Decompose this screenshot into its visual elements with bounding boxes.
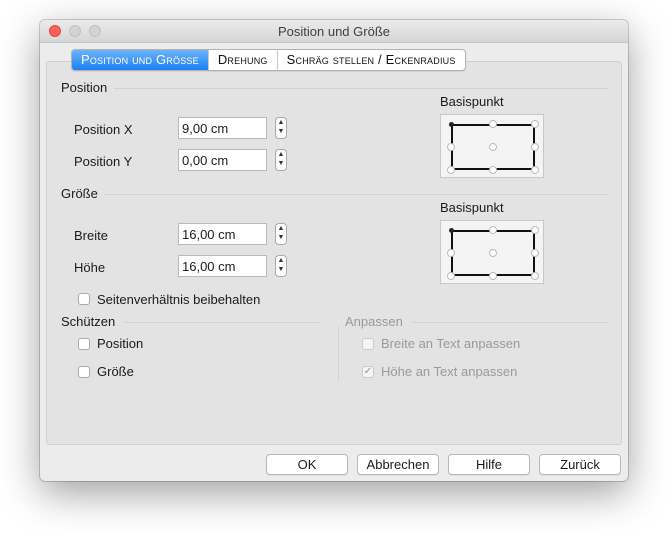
ok-button[interactable]: OK: [266, 454, 348, 475]
width-stepper[interactable]: ▲ ▼: [275, 223, 287, 245]
base-point-center[interactable]: [489, 143, 497, 151]
window-title: Position und Größe: [277, 24, 390, 39]
title-bar: Position und Größe: [40, 20, 628, 43]
height-label: Höhe: [74, 260, 106, 275]
size-base-point-label: Basispunkt: [440, 200, 504, 215]
up-down-arrows-icon: ▲ ▼: [277, 225, 285, 241]
checkmark-icon: ✓: [363, 366, 373, 377]
up-down-arrows-icon: ▲ ▼: [277, 151, 285, 167]
base-point-bottom-center[interactable]: [489, 272, 497, 280]
width-label: Breite: [74, 228, 108, 243]
fit-height-label: Höhe an Text anpassen: [381, 364, 518, 379]
adapt-heading: Anpassen: [345, 314, 403, 329]
protect-size-label[interactable]: Größe: [97, 364, 134, 379]
keep-ratio-label[interactable]: Seitenverhältnis beibehalten: [97, 292, 260, 307]
up-down-arrows-icon: ▲ ▼: [277, 119, 285, 135]
position-heading: Position: [61, 80, 108, 95]
up-down-arrows-icon: ▲ ▼: [277, 257, 285, 273]
position-y-stepper[interactable]: ▲ ▼: [275, 149, 287, 171]
base-point-bottom-left[interactable]: [447, 272, 455, 280]
base-point-bottom-left[interactable]: [447, 166, 455, 174]
protect-divider: [124, 322, 320, 323]
width-field[interactable]: 16,00 cm: [178, 223, 267, 245]
section-separator: [338, 326, 339, 382]
size-divider: [104, 194, 608, 195]
position-x-stepper[interactable]: ▲ ▼: [275, 117, 287, 139]
protect-heading: Schützen: [61, 314, 116, 329]
size-heading: Größe: [61, 186, 98, 201]
position-base-point-label: Basispunkt: [440, 94, 504, 109]
base-point-top-left[interactable]: [449, 122, 454, 127]
tab-slant-corner-radius[interactable]: Schräg stellen / Eckenradius: [278, 50, 465, 70]
position-y-field[interactable]: 0,00 cm: [178, 149, 267, 171]
base-point-top-center[interactable]: [489, 226, 497, 234]
reset-button[interactable]: Zurück: [539, 454, 621, 475]
base-point-middle-right[interactable]: [531, 249, 539, 257]
tab-rotation[interactable]: Drehung: [209, 50, 278, 70]
protect-size-checkbox[interactable]: [78, 366, 90, 378]
position-x-label: Position X: [74, 122, 133, 137]
fit-width-checkbox[interactable]: [362, 338, 374, 350]
position-x-field[interactable]: 9,00 cm: [178, 117, 267, 139]
height-field[interactable]: 16,00 cm: [178, 255, 267, 277]
protect-position-label[interactable]: Position: [97, 336, 143, 351]
fit-height-checkbox[interactable]: ✓: [362, 366, 374, 378]
cancel-button[interactable]: Abbrechen: [357, 454, 439, 475]
tab-position-size[interactable]: Position und Grösse: [72, 50, 209, 70]
keep-ratio-checkbox[interactable]: [78, 293, 90, 305]
help-button[interactable]: Hilfe: [448, 454, 530, 475]
protect-position-checkbox[interactable]: [78, 338, 90, 350]
size-base-point-selector[interactable]: [440, 220, 544, 284]
height-stepper[interactable]: ▲ ▼: [275, 255, 287, 277]
base-point-top-center[interactable]: [489, 120, 497, 128]
adapt-divider: [412, 322, 608, 323]
base-point-bottom-center[interactable]: [489, 166, 497, 174]
tab-bar: Position und Grösse Drehung Schräg stell…: [71, 49, 466, 71]
base-point-top-right[interactable]: [531, 120, 539, 128]
base-point-middle-left[interactable]: [447, 249, 455, 257]
position-base-point-selector[interactable]: [440, 114, 544, 178]
base-point-middle-left[interactable]: [447, 143, 455, 151]
dialog-window: Position und Größe Position und Grösse D…: [40, 20, 628, 481]
base-point-bottom-right[interactable]: [531, 166, 539, 174]
base-point-bottom-right[interactable]: [531, 272, 539, 280]
base-point-top-right[interactable]: [531, 226, 539, 234]
position-y-label: Position Y: [74, 154, 133, 169]
base-point-top-left[interactable]: [449, 228, 454, 233]
position-divider: [114, 88, 608, 89]
fit-width-label: Breite an Text anpassen: [381, 336, 521, 351]
base-point-middle-right[interactable]: [531, 143, 539, 151]
base-point-center[interactable]: [489, 249, 497, 257]
